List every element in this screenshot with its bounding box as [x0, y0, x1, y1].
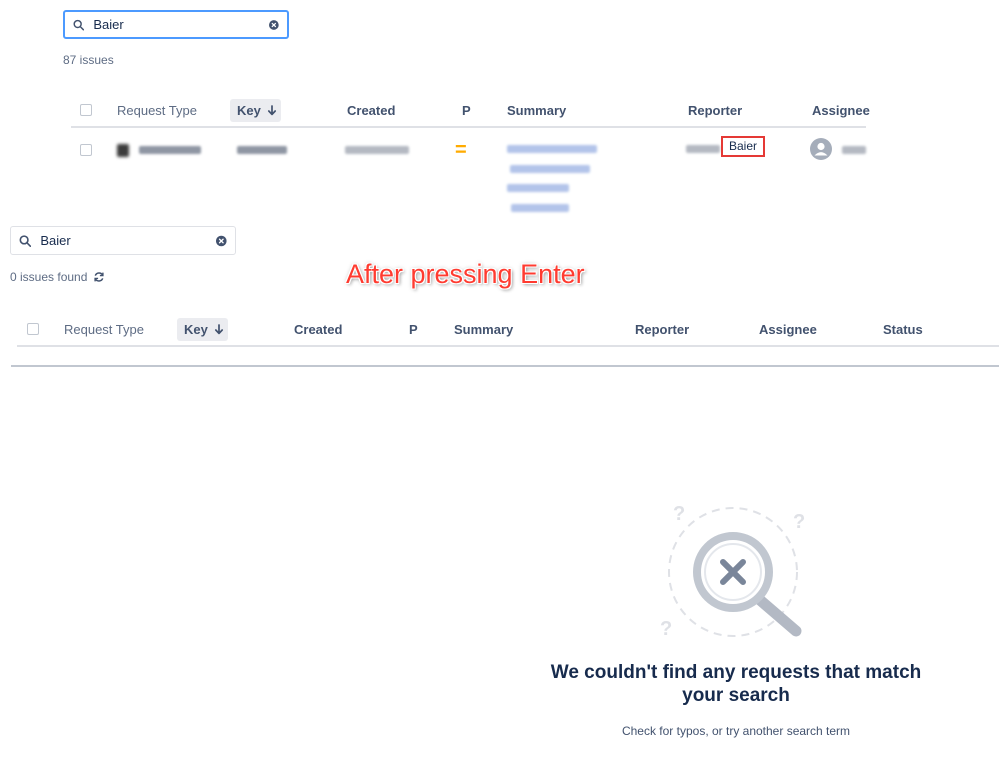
column-request-type-bottom[interactable]: Request Type	[64, 322, 144, 337]
summary-line-3	[507, 184, 569, 192]
search-field-bottom[interactable]	[10, 226, 236, 255]
column-created-bottom[interactable]: Created	[294, 322, 342, 337]
magnifier-x-icon: ? ? ?	[660, 503, 805, 640]
column-key-top[interactable]: Key	[230, 99, 281, 122]
priority-medium-icon: =	[455, 139, 467, 161]
avatar-placeholder-icon	[810, 138, 832, 160]
column-summary-bottom[interactable]: Summary	[454, 322, 513, 337]
row-checkbox[interactable]	[80, 144, 92, 156]
column-assignee-top[interactable]: Assignee	[812, 103, 870, 118]
header-divider-top	[71, 126, 866, 128]
column-reporter-top[interactable]: Reporter	[688, 103, 742, 118]
column-created-top[interactable]: Created	[347, 103, 395, 118]
search-input-top[interactable]	[93, 17, 270, 32]
column-key-label-top: Key	[237, 103, 261, 118]
annotation-after-pressing-enter: After pressing Enter	[346, 259, 585, 289]
select-all-checkbox-top[interactable]	[80, 104, 92, 116]
header-divider-bottom	[17, 345, 999, 347]
column-request-type-top[interactable]: Request Type	[117, 103, 197, 118]
summary-line-1	[507, 145, 597, 153]
reporter-highlight-box: Baier	[721, 136, 765, 157]
request-type-icon	[117, 144, 129, 157]
issue-count-label: 0 issues found	[10, 270, 88, 284]
column-key-label-bottom: Key	[184, 322, 208, 337]
summary-line-4	[511, 204, 569, 212]
empty-state-title: We couldn't find any requests that match…	[550, 662, 922, 706]
issue-count-top: 87 issues	[63, 53, 114, 67]
column-assignee-bottom[interactable]: Assignee	[759, 322, 817, 337]
svg-text:?: ?	[673, 503, 685, 525]
issue-count-bottom: 0 issues found	[10, 270, 105, 284]
column-reporter-bottom[interactable]: Reporter	[635, 322, 689, 337]
search-field-top[interactable]	[63, 10, 289, 39]
empty-state-subtitle: Check for typos, or try another search t…	[621, 724, 851, 738]
arrow-down-icon	[267, 105, 276, 116]
svg-text:?: ?	[793, 511, 805, 533]
request-type-value	[139, 146, 201, 154]
clear-search-icon[interactable]	[269, 19, 279, 31]
arrow-down-icon	[214, 324, 223, 335]
column-priority-bottom[interactable]: P	[409, 322, 418, 337]
search-input-bottom[interactable]	[40, 233, 217, 248]
created-value	[345, 146, 409, 154]
search-icon	[19, 234, 32, 247]
refresh-icon[interactable]	[93, 271, 105, 283]
reporter-first-name	[686, 145, 720, 153]
search-icon	[73, 19, 85, 30]
assignee-name	[842, 146, 866, 154]
column-priority-top[interactable]: P	[462, 103, 471, 118]
column-status-bottom[interactable]: Status	[883, 322, 923, 337]
table-bottom-divider	[11, 365, 999, 367]
summary-line-2	[510, 165, 590, 173]
select-all-checkbox-bottom[interactable]	[27, 323, 39, 335]
key-value	[237, 146, 287, 154]
clear-search-icon[interactable]	[216, 235, 227, 247]
svg-text:?: ?	[660, 618, 672, 640]
column-key-bottom[interactable]: Key	[177, 318, 228, 341]
column-summary-top[interactable]: Summary	[507, 103, 566, 118]
